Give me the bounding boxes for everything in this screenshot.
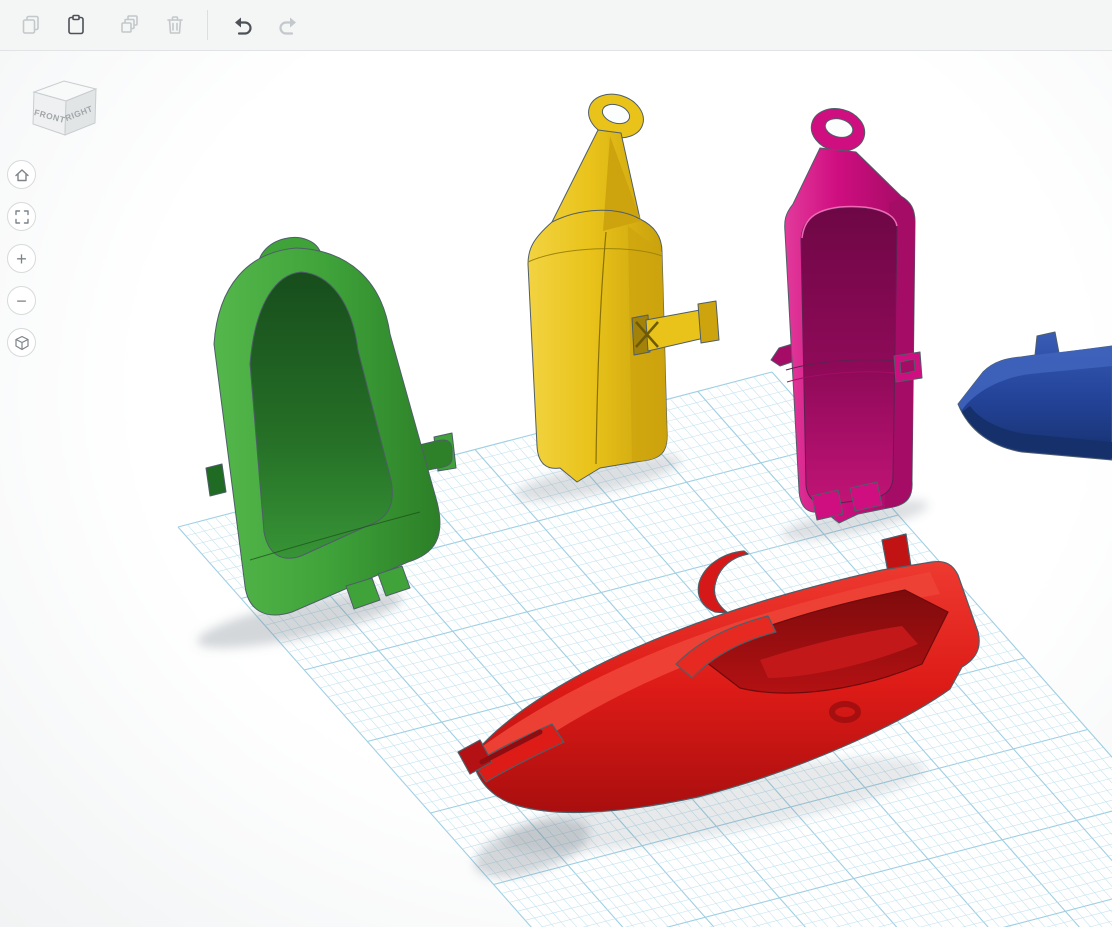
green-left-tab — [205, 463, 227, 497]
home-view-button[interactable] — [7, 160, 36, 189]
object-blue-boat[interactable] — [957, 331, 1112, 461]
toolbar-divider — [207, 10, 208, 40]
magenta-foot — [811, 489, 844, 521]
viewport-3d[interactable] — [0, 0, 1112, 927]
undo-button[interactable] — [223, 5, 263, 45]
home-icon — [14, 168, 29, 181]
magenta-buckle-slot — [899, 358, 916, 375]
paste-icon — [68, 14, 84, 35]
paste-button[interactable] — [56, 5, 96, 45]
perspective-toggle-button[interactable] — [7, 328, 36, 357]
top-toolbar — [0, 0, 1112, 51]
duplicate-icon — [121, 15, 138, 33]
zoom-in-button[interactable]: + — [7, 244, 36, 273]
redo-button[interactable] — [268, 5, 308, 45]
object-green-boat[interactable] — [205, 231, 457, 616]
trash-icon — [167, 16, 183, 34]
copy-button[interactable] — [11, 5, 51, 45]
copy-icon — [22, 15, 39, 34]
fit-view-icon — [14, 209, 29, 224]
zoom-out-button[interactable]: − — [7, 286, 36, 315]
yellow-handle-cap — [697, 300, 720, 344]
zoom-in-label: + — [16, 248, 27, 269]
redo-icon — [279, 17, 296, 35]
magenta-interior — [800, 207, 898, 505]
delete-button[interactable] — [155, 5, 195, 45]
view-controls: + − — [7, 160, 36, 357]
perspective-cube-icon — [14, 335, 29, 350]
undo-icon — [235, 17, 252, 35]
duplicate-button[interactable] — [110, 5, 150, 45]
view-cube[interactable]: FRONT RIGHT — [24, 72, 106, 159]
zoom-out-label: − — [16, 290, 27, 311]
fit-view-button[interactable] — [7, 202, 36, 231]
